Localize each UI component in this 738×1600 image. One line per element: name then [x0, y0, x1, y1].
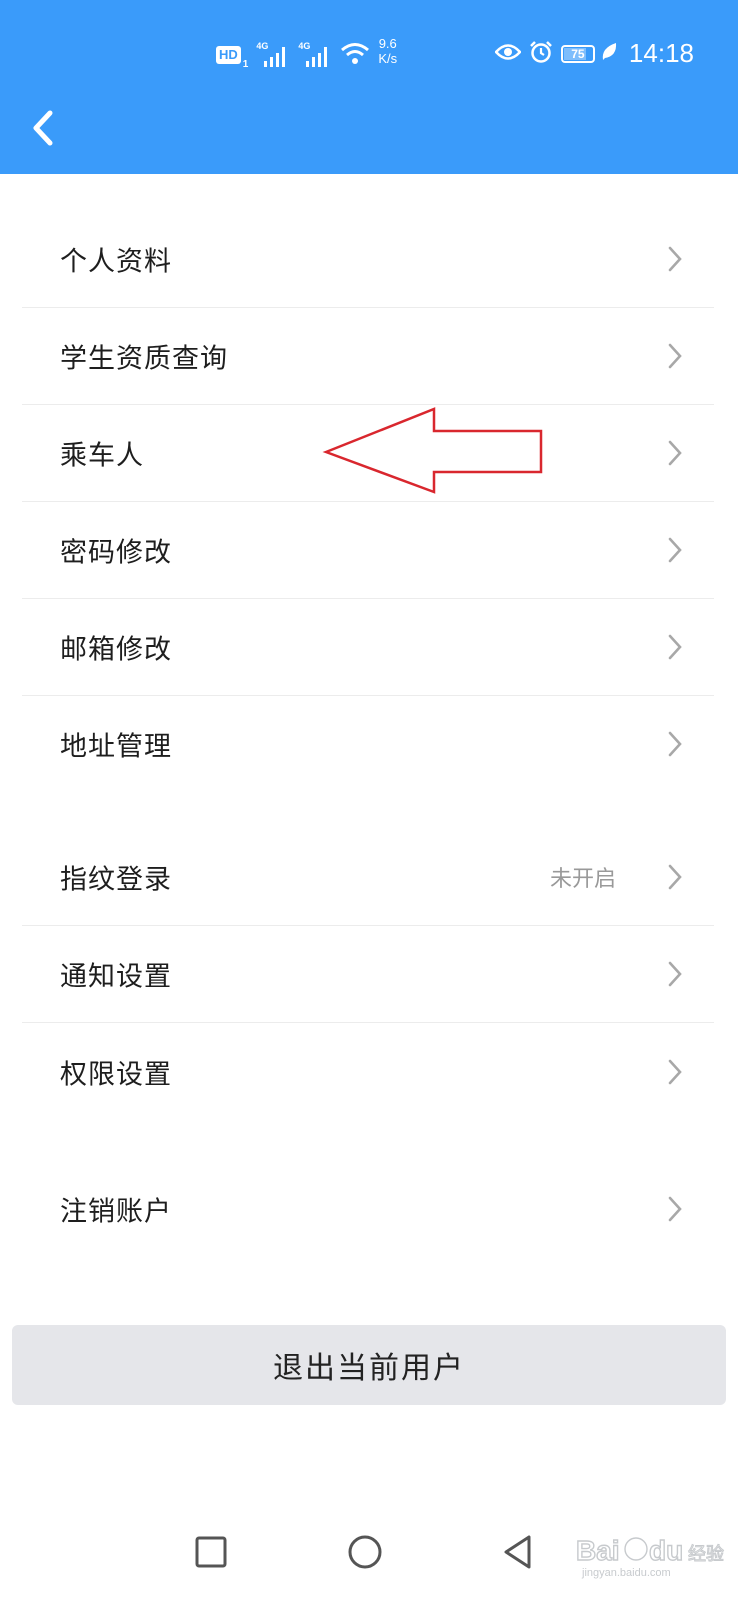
menu-item-profile[interactable]: 个人资料 [22, 211, 714, 308]
net-speed: 9.6 K/s [378, 36, 397, 66]
status-right: 75 14:18 [494, 38, 694, 69]
annotation-arrow-icon [322, 407, 543, 494]
menu-item-label: 地址管理 [60, 731, 172, 762]
chevron-right-icon [668, 537, 682, 563]
home-button[interactable] [343, 1530, 387, 1574]
status-bar: HD 1 4G 4G 9.6 K/s 75 14:18 [0, 30, 738, 80]
baidu-watermark-logo: Bai du 经验 jingyan.baidu.com [576, 1534, 725, 1579]
menu-item-permission-settings[interactable]: 权限设置 [22, 1023, 714, 1120]
chevron-right-icon [668, 1196, 682, 1221]
chevron-right-icon [668, 961, 682, 987]
status-time: 14:18 [628, 38, 694, 68]
alarm-icon [529, 40, 553, 68]
menu-item-label: 指纹登录 [60, 864, 172, 896]
chevron-right-icon [668, 343, 682, 369]
hd-sub-label: 1 [242, 59, 249, 70]
chevron-right-icon [668, 440, 682, 466]
menu-item-label: 个人资料 [60, 246, 172, 278]
recent-apps-button[interactable] [189, 1530, 233, 1574]
menu-item-label: 乘车人 [60, 440, 144, 472]
menu-item-label: 通知设置 [60, 961, 172, 993]
battery-level: 75 [571, 46, 585, 61]
svg-text:du: du [649, 1535, 683, 1566]
square-recent-icon [195, 1536, 227, 1568]
net-speed-unit: K/s [378, 51, 398, 66]
status-left: HD 1 4G 4G 9.6 K/s [216, 36, 397, 70]
menu-item-email[interactable]: 邮箱修改 [22, 599, 714, 696]
menu-item-label: 学生资质查询 [60, 343, 228, 375]
svg-text:jingyan.baidu.com: jingyan.baidu.com [581, 1567, 671, 1579]
back-button[interactable] [28, 106, 68, 152]
battery-icon: 75 [560, 44, 595, 63]
chevron-right-icon [668, 246, 682, 272]
eye-icon [494, 43, 522, 65]
menu-item-delete-account[interactable]: 注销账户 [22, 1160, 714, 1257]
chevron-right-icon [668, 864, 682, 890]
app-header: HD 1 4G 4G 9.6 K/s 75 14:18 [0, 0, 738, 174]
logout-button[interactable]: 退出当前用户 [12, 1325, 726, 1405]
triangle-back-icon [504, 1535, 531, 1569]
net-speed-value: 9.6 [378, 36, 397, 51]
chevron-right-icon [668, 634, 682, 660]
circle-home-icon [348, 1535, 382, 1569]
chevron-right-icon [668, 731, 682, 756]
svg-text:Bai: Bai [576, 1535, 620, 1566]
menu-item-address[interactable]: 地址管理 [22, 695, 714, 792]
menu-item-password[interactable]: 密码修改 [22, 502, 714, 599]
svg-text:经验: 经验 [688, 1544, 724, 1565]
menu-item-label: 邮箱修改 [60, 634, 172, 666]
fingerprint-status: 未开启 [549, 867, 616, 892]
signal-icon: 4G [256, 41, 290, 67]
menu-item-student-qualification[interactable]: 学生资质查询 [22, 308, 714, 405]
chevron-right-icon [668, 1059, 682, 1084]
wifi-icon [340, 41, 370, 69]
logout-label: 退出当前用户 [273, 1351, 465, 1386]
leaf-icon [601, 42, 617, 66]
hd-icon: HD [216, 46, 241, 64]
signal-icon: 4G [298, 41, 332, 67]
chevron-left-icon [33, 110, 53, 146]
menu-item-label: 权限设置 [60, 1059, 172, 1090]
menu-item-label: 密码修改 [60, 537, 172, 569]
menu-item-notification-settings[interactable]: 通知设置 [22, 926, 714, 1023]
nav-back-button[interactable] [497, 1530, 541, 1574]
menu-item-label: 注销账户 [60, 1196, 172, 1227]
menu-item-fingerprint-login[interactable]: 指纹登录 未开启 [22, 829, 714, 926]
